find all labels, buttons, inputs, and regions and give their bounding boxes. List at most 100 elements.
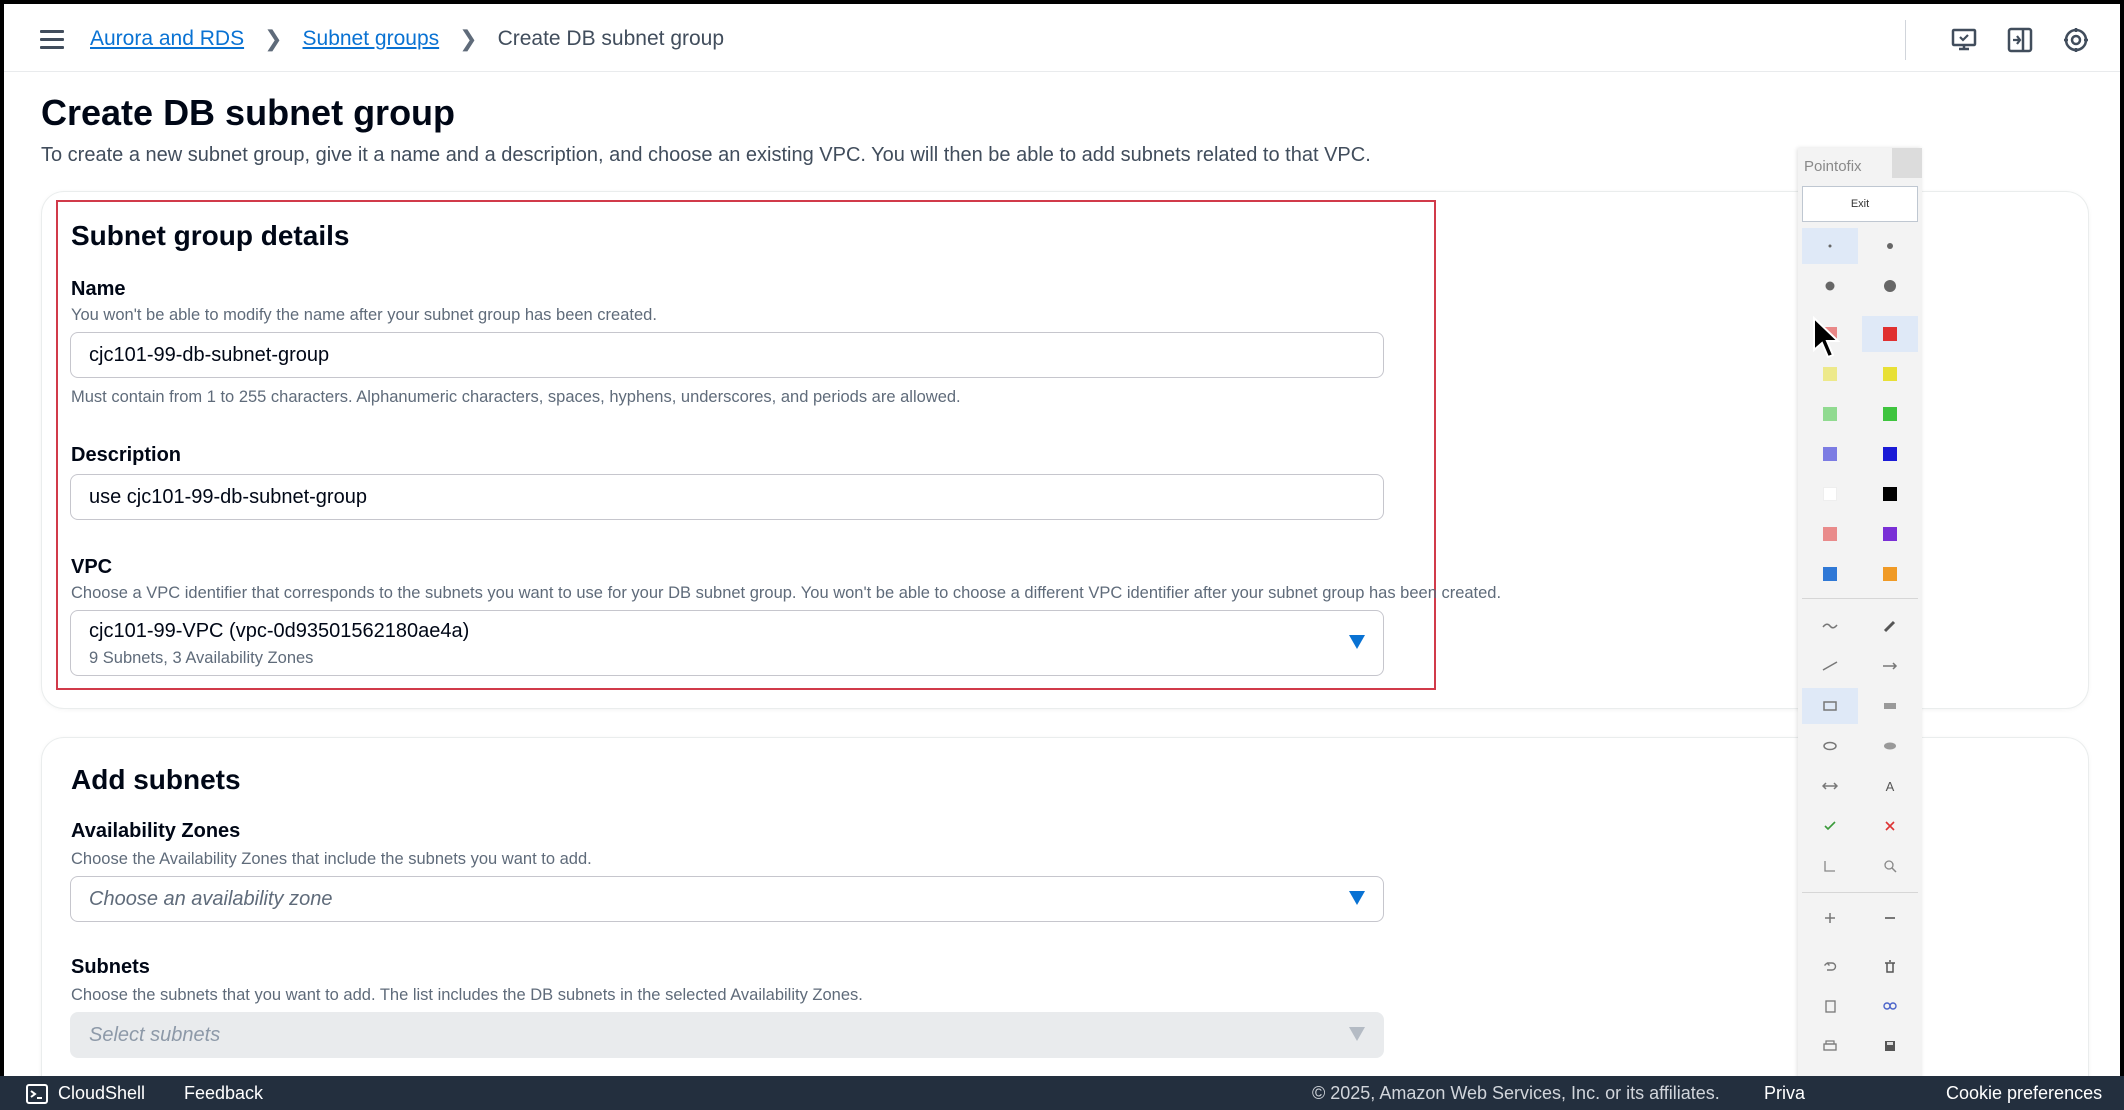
frame-icon[interactable]	[1802, 848, 1858, 884]
color-white[interactable]	[1802, 476, 1858, 512]
availability-zone-select[interactable]: Choose an availability zone	[70, 876, 1384, 922]
chevron-right-icon: ❯	[264, 26, 283, 51]
mouse-cursor-icon	[1813, 316, 1841, 359]
color-yellow-transparent[interactable]	[1802, 356, 1858, 392]
caret-down-icon	[1349, 635, 1365, 649]
text-icon[interactable]: A	[1862, 768, 1918, 804]
swatch	[1823, 567, 1837, 581]
breadcrumb-subnet-groups[interactable]: Subnet groups	[303, 27, 440, 51]
name-input[interactable]: cjc101-99-db-subnet-group	[70, 332, 1384, 378]
subnets-description: Choose the subnets that you want to add.…	[71, 986, 863, 1004]
pointofix-toolbar: Pointofix Exit A	[1798, 148, 1922, 1110]
pointofix-close-button[interactable]	[1892, 148, 1922, 178]
size-tiny-button[interactable]	[1802, 228, 1858, 264]
top-icons	[1905, 20, 2094, 60]
line-icon[interactable]	[1802, 648, 1858, 684]
cloudshell-label: CloudShell	[58, 1083, 146, 1103]
undo-icon[interactable]	[1802, 948, 1858, 984]
availability-zone-placeholder: Choose an availability zone	[89, 887, 333, 910]
copyright-text: © 2025, Amazon Web Services, Inc. or its…	[1312, 1083, 1720, 1103]
vpc-select-value: cjc101-99-VPC (vpc-0d93501562180ae4a)	[89, 620, 470, 642]
color-green-transparent[interactable]	[1802, 396, 1858, 432]
name-description: You won't be able to modify the name aft…	[71, 306, 657, 324]
vpc-select-subtext: 9 Subnets, 3 Availability Zones	[89, 649, 314, 667]
size-medium-button[interactable]	[1802, 268, 1858, 304]
trash-icon[interactable]	[1862, 948, 1918, 984]
name-constraint: Must contain from 1 to 255 characters. A…	[71, 388, 961, 406]
name-input-value: cjc101-99-db-subnet-group	[89, 343, 330, 366]
swatch	[1883, 447, 1897, 461]
chevron-right-icon: ❯	[459, 26, 478, 51]
description-input-value: use cjc101-99-db-subnet-group	[89, 485, 367, 508]
color-purple[interactable]	[1862, 516, 1918, 552]
checkmark-icon[interactable]	[1802, 808, 1858, 844]
swatch	[1823, 407, 1837, 421]
caret-down-icon	[1349, 891, 1365, 905]
vpc-label: VPC	[71, 556, 113, 578]
save-icon[interactable]	[1862, 1028, 1918, 1064]
pointofix-title: Pointofix	[1804, 158, 1862, 175]
color-red[interactable]	[1862, 316, 1918, 352]
name-label: Name	[71, 278, 126, 300]
cloudshell-button[interactable]: CloudShell	[26, 1083, 145, 1104]
swatch	[1823, 487, 1837, 501]
subnets-placeholder: Select subnets	[89, 1023, 221, 1046]
marker-icon[interactable]	[1862, 608, 1918, 644]
color-blue-transparent[interactable]	[1802, 436, 1858, 472]
filled-ellipse-icon[interactable]	[1862, 728, 1918, 764]
split-panel-icon[interactable]	[2002, 22, 2038, 58]
swatch	[1883, 367, 1897, 381]
top-navigation: Aurora and RDS ❯ Subnet groups ❯ Create …	[4, 4, 2120, 72]
divider	[1905, 20, 1906, 60]
subnets-select[interactable]: Select subnets	[70, 1012, 1384, 1058]
feedback-link[interactable]: Feedback	[184, 1083, 263, 1104]
freehand-icon[interactable]	[1802, 608, 1858, 644]
menu-icon[interactable]	[40, 30, 64, 50]
zoom-out-icon[interactable]	[1862, 900, 1918, 936]
print-icon[interactable]	[1802, 1028, 1858, 1064]
breadcrumb: Aurora and RDS ❯ Subnet groups ❯ Create …	[90, 26, 724, 52]
page-title: Create DB subnet group	[41, 92, 456, 133]
subnets-label: Subnets	[71, 956, 150, 978]
color-light-blue[interactable]	[1802, 556, 1858, 592]
swatch	[1883, 487, 1897, 501]
swatch	[1883, 567, 1897, 581]
size-large-button[interactable]	[1862, 268, 1918, 304]
section-title-add-subnets: Add subnets	[71, 764, 241, 795]
screen-feedback-icon[interactable]	[1946, 22, 1982, 58]
divider	[1802, 892, 1918, 893]
arrow-right-icon[interactable]	[1862, 648, 1918, 684]
cross-icon[interactable]	[1862, 808, 1918, 844]
color-pink[interactable]	[1802, 516, 1858, 552]
magnifier-icon[interactable]	[1862, 848, 1918, 884]
color-yellow[interactable]	[1862, 356, 1918, 392]
rectangle-icon[interactable]	[1802, 688, 1858, 724]
swatch	[1823, 367, 1837, 381]
cookie-preferences-link[interactable]: Cookie preferences	[1946, 1083, 2102, 1104]
filled-rectangle-icon[interactable]	[1862, 688, 1918, 724]
swatch	[1883, 327, 1897, 341]
zoom-in-icon[interactable]	[1802, 900, 1858, 936]
color-black[interactable]	[1862, 476, 1918, 512]
breadcrumb-aurora-rds[interactable]: Aurora and RDS	[90, 27, 244, 51]
size-small-button[interactable]	[1862, 228, 1918, 264]
pointofix-exit-button[interactable]: Exit	[1802, 186, 1918, 222]
availability-zones-label: Availability Zones	[71, 820, 241, 842]
vpc-select[interactable]: cjc101-99-VPC (vpc-0d93501562180ae4a) 9 …	[70, 610, 1384, 676]
color-blue[interactable]	[1862, 436, 1918, 472]
color-orange[interactable]	[1862, 556, 1918, 592]
footer: CloudShell Feedback © 2025, Amazon Web S…	[0, 1076, 2124, 1110]
privacy-link[interactable]: Priva	[1764, 1083, 1805, 1104]
terminal-icon	[26, 1083, 48, 1104]
new-page-icon[interactable]	[1802, 988, 1858, 1024]
link-icon[interactable]	[1862, 988, 1918, 1024]
swatch	[1823, 447, 1837, 461]
description-input[interactable]: use cjc101-99-db-subnet-group	[70, 474, 1384, 520]
settings-icon[interactable]	[2058, 22, 2094, 58]
page-description: To create a new subnet group, give it a …	[41, 144, 1371, 166]
ellipse-icon[interactable]	[1802, 728, 1858, 764]
double-arrow-icon[interactable]	[1802, 768, 1858, 804]
swatch	[1823, 527, 1837, 541]
color-green[interactable]	[1862, 396, 1918, 432]
caret-down-icon	[1349, 1027, 1365, 1041]
